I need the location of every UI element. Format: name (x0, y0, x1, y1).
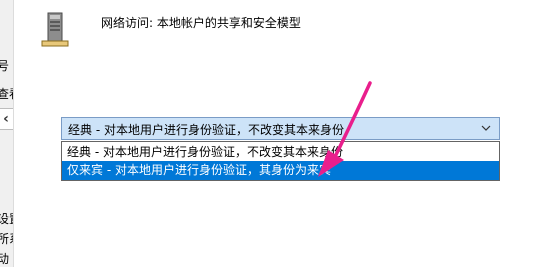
window-text-fragment: 号 (0, 57, 9, 74)
window-text-fragment: 设置 (0, 210, 13, 227)
window-text-fragment: 所系 (0, 230, 13, 247)
security-model-select[interactable]: 经典 - 对本地用户进行身份验证，不改变其本来身份 (61, 117, 500, 140)
window-text-fragment: 查看 (0, 85, 13, 102)
select-option-classic[interactable]: 经典 - 对本地用户进行身份验证，不改变其本来身份 (62, 143, 499, 162)
policy-title: 网络访问: 本地帐户的共享和安全模型 (101, 16, 301, 30)
select-current-value: 经典 - 对本地用户进行身份验证，不改变其本来身份 (68, 123, 344, 137)
chevron-down-icon[interactable] (481, 123, 491, 133)
select-option-guest-only[interactable]: 仅来宾 - 对本地用户进行身份验证，其身份为来宾 (62, 161, 499, 180)
background-window-edge: 号 查看 ‹ 设置 所系 动 (0, 0, 14, 267)
window-text-fragment: 动 (0, 250, 9, 267)
back-arrow-icon[interactable]: ‹ (0, 108, 13, 130)
select-dropdown-list: 经典 - 对本地用户进行身份验证，不改变其本来身份 仅来宾 - 对本地用户进行身… (61, 141, 500, 181)
server-policy-icon (41, 12, 69, 47)
